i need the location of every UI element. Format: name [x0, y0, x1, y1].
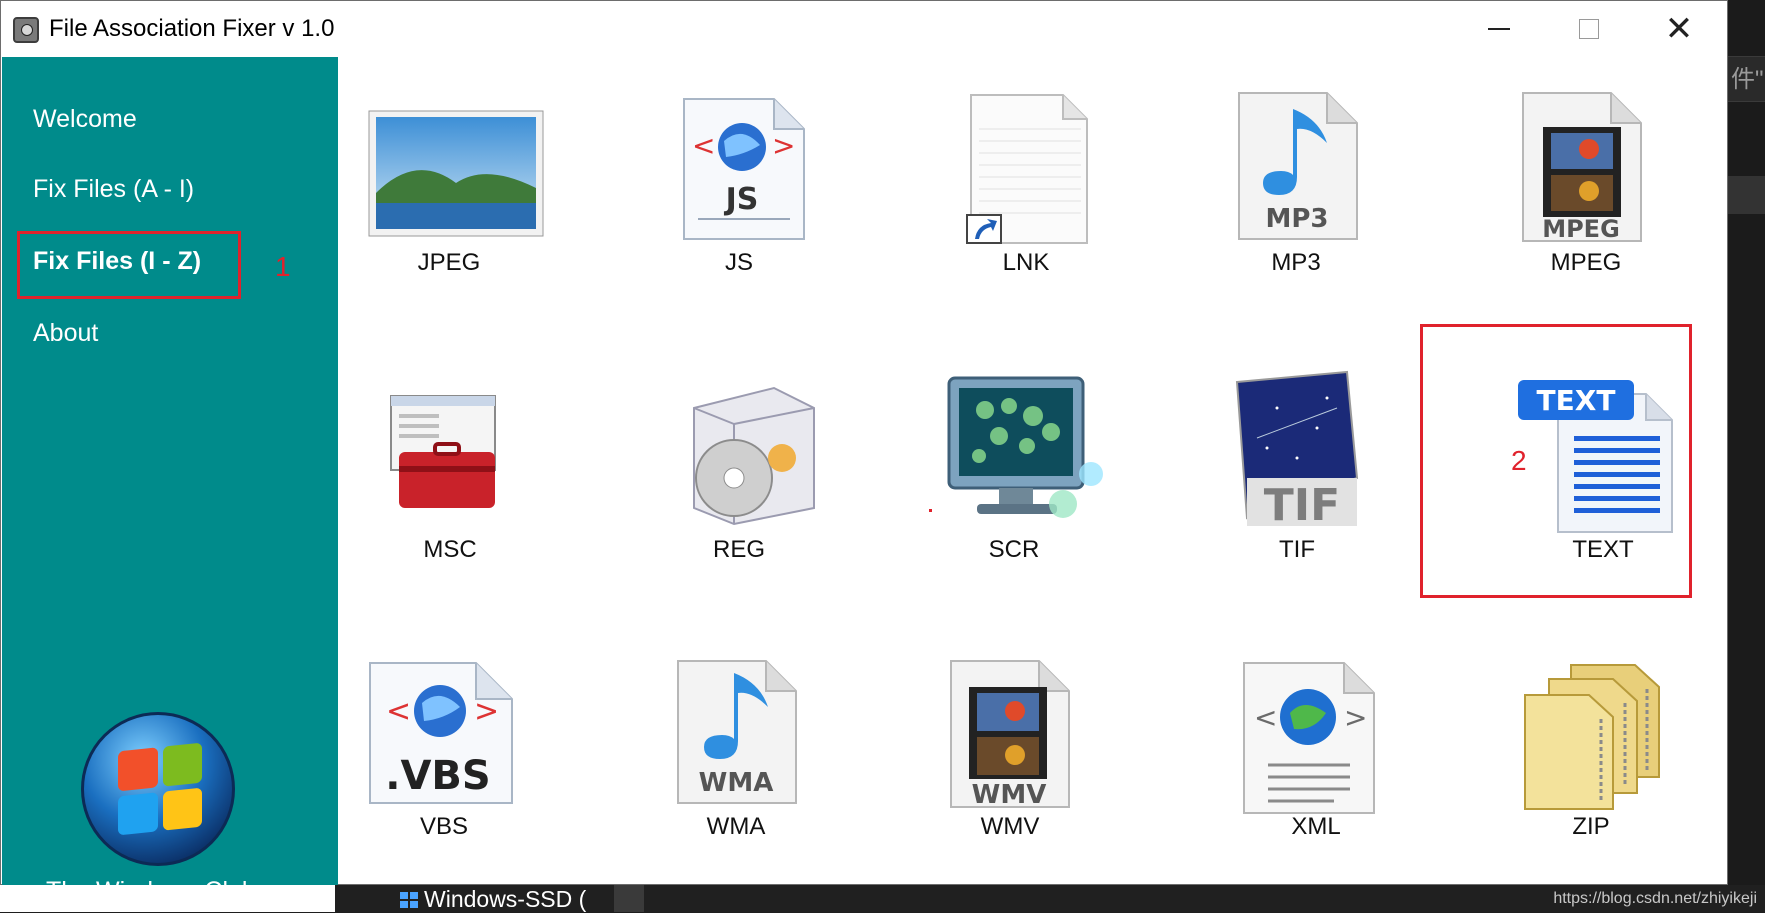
xml-file-icon: < > — [1234, 657, 1384, 817]
drive-icon — [400, 891, 418, 908]
taskbar-separator — [614, 885, 644, 912]
file-type-label: MPEG — [1550, 249, 1622, 276]
stray-dot — [929, 509, 932, 512]
vbs-badge-text: .VBS — [385, 753, 490, 799]
file-type-jpeg[interactable]: JPEG — [331, 61, 581, 301]
reg-file-icon — [664, 368, 824, 528]
file-type-label: JPEG — [417, 249, 481, 276]
windows-logo-icon — [81, 712, 235, 866]
annotation-box-1 — [17, 231, 241, 299]
file-type-vbs[interactable]: < > .VBS VBS — [326, 633, 576, 873]
file-type-label: REG — [712, 536, 765, 563]
taskbar-item-windows-ssd[interactable]: Windows-SSD ( — [400, 886, 587, 912]
app-icon[interactable] — [13, 17, 39, 43]
background-input-fragment: 件" — [1727, 56, 1765, 102]
file-type-label: VBS — [419, 813, 469, 840]
watermark-url: https://blog.csdn.net/zhiyikeji — [1553, 890, 1757, 907]
tif-file-icon: TIF — [1217, 368, 1367, 528]
annotation-marker-2: 2 — [1511, 445, 1527, 476]
zip-file-icon — [1509, 657, 1669, 811]
file-type-label: SCR — [988, 536, 1040, 563]
maximize-icon — [1579, 19, 1599, 39]
mpeg-badge-text: MPEG — [1542, 215, 1620, 243]
svg-text:<: < — [1254, 701, 1277, 734]
file-type-zip[interactable]: ZIP — [1459, 633, 1709, 873]
minimize-button[interactable] — [1454, 1, 1544, 57]
close-button[interactable]: ✕ — [1634, 1, 1724, 57]
wmv-badge-text: WMV — [972, 780, 1047, 809]
file-type-reg[interactable]: REG — [614, 356, 864, 596]
file-type-msc[interactable]: MSC — [326, 356, 576, 596]
js-file-icon: < > JS — [664, 95, 814, 243]
svg-text:<: < — [386, 694, 411, 729]
msc-file-icon — [381, 386, 511, 514]
sidebar-item-about[interactable]: About — [33, 319, 98, 348]
lnk-file-icon — [931, 89, 1111, 245]
vbs-file-icon: < > .VBS — [366, 657, 526, 807]
svg-text:<: < — [692, 129, 715, 162]
svg-text:>: > — [772, 129, 795, 162]
logo-caption: The Windows Club — [46, 877, 256, 905]
background-dark-panel — [1727, 0, 1765, 912]
annotation-box-2 — [1420, 324, 1692, 598]
app-window: File Association Fixer v 1.0 ✕ Welcome F… — [0, 0, 1728, 905]
file-type-mpeg[interactable]: MPEG MPEG — [1461, 61, 1711, 301]
file-type-xml[interactable]: < > XML — [1191, 633, 1441, 873]
mp3-file-icon: MP3 — [1227, 85, 1367, 243]
file-type-label: ZIP — [1572, 813, 1610, 840]
file-type-js[interactable]: < > JS JS — [614, 61, 864, 301]
file-type-tif[interactable]: TIF TIF — [1172, 356, 1422, 596]
file-type-label: WMA — [706, 813, 766, 840]
file-type-label: WMV — [980, 813, 1040, 840]
file-type-label: LNK — [1002, 249, 1050, 276]
file-type-label: TIF — [1279, 536, 1315, 563]
window-title: File Association Fixer v 1.0 — [49, 15, 335, 42]
tif-badge-text: TIF — [1264, 480, 1340, 528]
file-type-label: MSC — [423, 536, 477, 563]
close-icon: ✕ — [1664, 10, 1694, 48]
taskbar-item-label: Windows-SSD ( — [424, 886, 587, 912]
svg-text:>: > — [1344, 701, 1367, 734]
wma-file-icon: WMA — [666, 657, 806, 807]
sidebar-item-fix-files-a-i[interactable]: Fix Files (A - I) — [33, 175, 194, 204]
sidebar-item-welcome[interactable]: Welcome — [33, 105, 137, 134]
file-type-wmv[interactable]: WMV WMV — [899, 633, 1149, 873]
mp3-badge-text: MP3 — [1265, 204, 1328, 234]
file-type-label: JS — [724, 249, 753, 276]
wma-badge-text: WMA — [699, 768, 774, 798]
minimize-icon — [1488, 28, 1510, 30]
sidebar: Welcome Fix Files (A - I) Fix Files (I -… — [2, 57, 338, 905]
wmv-file-icon: WMV — [939, 657, 1079, 809]
maximize-button[interactable] — [1544, 1, 1634, 57]
js-badge-text: JS — [724, 182, 759, 217]
file-type-mp3[interactable]: MP3 MP3 — [1172, 61, 1422, 301]
file-type-label: XML — [1291, 813, 1341, 840]
scr-file-icon — [939, 370, 1119, 528]
file-type-label: MP3 — [1271, 249, 1321, 276]
file-type-scr[interactable]: SCR — [889, 356, 1139, 596]
file-type-wma[interactable]: WMA WMA — [611, 633, 861, 873]
background-bar-fragment — [1727, 176, 1765, 214]
annotation-marker-1: 1 — [275, 251, 291, 282]
file-type-lnk[interactable]: LNK — [901, 61, 1151, 301]
title-bar[interactable]: File Association Fixer v 1.0 ✕ — [1, 1, 1727, 57]
mpeg-file-icon: MPEG — [1511, 87, 1651, 243]
svg-text:>: > — [474, 694, 499, 729]
jpeg-file-icon — [366, 103, 546, 239]
